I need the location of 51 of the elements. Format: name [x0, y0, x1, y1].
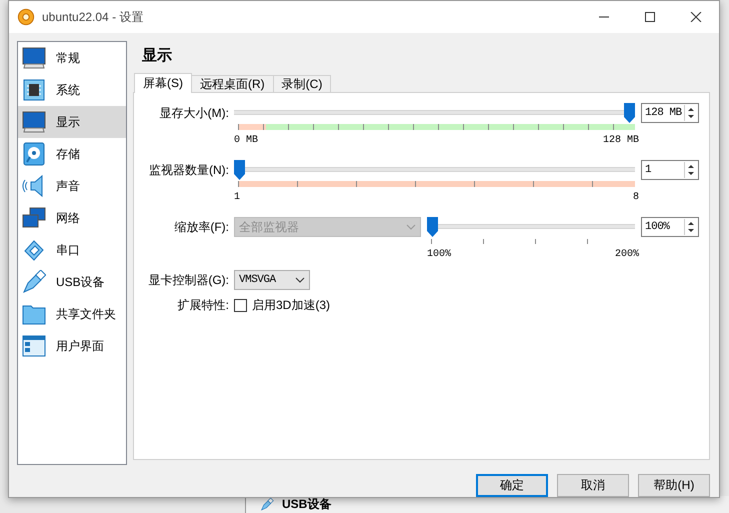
tab[interactable]: 远程桌面(R): [191, 75, 274, 93]
dialog-button[interactable]: 取消: [557, 474, 629, 497]
background-item-label: USB设备: [282, 498, 332, 511]
dialog-button[interactable]: 确定: [476, 474, 548, 497]
chip-icon: [22, 78, 46, 102]
scale-label: 200%: [614, 249, 639, 261]
tab[interactable]: 录制(C): [272, 75, 332, 93]
tab[interactable]: 屏幕(S): [134, 73, 192, 93]
field-label: 显存大小(M):: [158, 105, 230, 122]
spin-box[interactable]: 1: [641, 160, 699, 180]
dialog-button[interactable]: 帮助(H): [638, 474, 710, 497]
checkbox[interactable]: [234, 298, 247, 312]
sidebar-item[interactable]: 串口: [18, 234, 126, 266]
slider-thumb[interactable]: [624, 103, 635, 123]
slider-thumb[interactable]: [427, 217, 438, 237]
window-icon: [22, 334, 46, 358]
chevron-down-icon: [406, 224, 416, 230]
sidebar-item[interactable]: 共享文件夹: [18, 298, 126, 330]
network-icon: [22, 206, 46, 230]
sidebar-item[interactable]: USB设备: [18, 266, 126, 298]
scale-label: 0 MB: [234, 135, 258, 147]
scale-label: 128 MB: [602, 135, 639, 147]
field-label: 扩展特性:: [176, 297, 230, 314]
spin-arrows-icon: [684, 162, 697, 178]
scale-label: 100%: [427, 249, 452, 261]
spin-arrows-icon: [684, 219, 697, 235]
controller-dropdown[interactable]: VMSVGA: [234, 270, 310, 290]
chevron-down-icon: [295, 277, 305, 283]
sidebar-item[interactable]: 网络: [18, 202, 126, 234]
monitor-icon: [22, 46, 46, 70]
spin-box[interactable]: 128 MB: [641, 103, 699, 123]
sidebar-item[interactable]: 存储: [18, 138, 126, 170]
slider-thumb[interactable]: [234, 160, 245, 180]
field-label: 缩放率(F):: [173, 219, 230, 236]
page-title: 显示: [142, 46, 172, 66]
checkbox-label[interactable]: 启用3D加速(3): [252, 296, 330, 314]
close-icon: [690, 12, 702, 22]
sidebar-item[interactable]: 用户界面: [18, 330, 126, 362]
sidebar-item[interactable]: 系统: [18, 74, 126, 106]
sidebar-item[interactable]: 声音: [18, 170, 126, 202]
spin-arrows-icon: [684, 105, 697, 121]
maximize-icon: [644, 12, 656, 22]
sidebar-item[interactable]: 显示: [18, 106, 126, 138]
monitor-icon: [22, 110, 46, 134]
scale-label: 1: [234, 192, 240, 204]
scale-label: 8: [632, 192, 639, 204]
sidebar-item[interactable]: 常规: [18, 42, 126, 74]
spin-box[interactable]: 100%: [641, 217, 699, 237]
window-title: ubuntu22.04 - 设置: [42, 8, 144, 26]
field-label: 显卡控制器(G):: [147, 272, 230, 289]
field-label: 监视器数量(N):: [148, 162, 230, 179]
